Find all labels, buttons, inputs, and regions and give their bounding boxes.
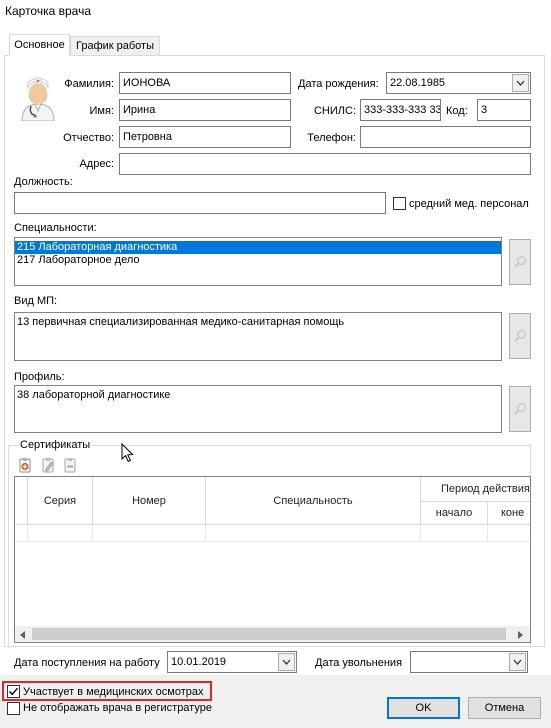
doctor-avatar-icon — [18, 73, 58, 122]
code-label: Код: — [446, 105, 468, 117]
hide-doctor-label: Не отображать врача в регистратуре — [23, 702, 212, 714]
fire-date-label: Дата увольнения — [315, 657, 403, 669]
column-header-series[interactable]: Серия — [28, 477, 93, 525]
name-field[interactable]: Ирина — [119, 99, 291, 121]
mp-type-label: Вид МП: — [14, 295, 58, 307]
mp-type-search-button[interactable] — [509, 313, 531, 359]
profile-label: Профиль: — [14, 371, 65, 383]
exams-label: Участвует в медицинских осмотрах — [23, 686, 204, 698]
birth-date-field[interactable]: 22.08.1985 — [386, 72, 531, 94]
row-indicator-header — [15, 477, 28, 525]
certificates-table[interactable]: Серия Номер Специальность Период действи… — [14, 476, 531, 643]
tab-basic[interactable]: Основное — [9, 34, 70, 56]
add-certificate-icon[interactable] — [17, 457, 33, 473]
scroll-left-icon[interactable] — [19, 630, 27, 642]
mid-staff-checkbox[interactable] — [393, 197, 406, 210]
chevron-down-icon — [513, 659, 522, 665]
hire-date-field[interactable]: 10.01.2019 — [167, 651, 297, 673]
surname-field[interactable]: ИОНОВА — [119, 72, 291, 94]
column-header-end[interactable]: коне — [488, 502, 530, 525]
specialties-list[interactable]: 215 Лабораторная диагностика 217 Лаборат… — [14, 237, 502, 286]
checkmark-icon — [9, 687, 19, 696]
profile-list[interactable]: 38 лабораторной диагностике — [14, 385, 502, 433]
birth-date-label: Дата рождения: — [298, 78, 379, 90]
tab-schedule-label: График работы — [76, 40, 154, 52]
ok-button[interactable]: OK — [387, 697, 460, 719]
phone-field[interactable] — [360, 126, 531, 148]
list-item[interactable]: 13 первичная специализированная медико-с… — [15, 316, 501, 329]
delete-certificate-icon[interactable] — [62, 457, 78, 473]
list-item[interactable]: 215 Лабораторная диагностика — [15, 241, 501, 254]
magnifier-icon — [514, 403, 526, 415]
scroll-right-icon[interactable] — [516, 630, 524, 642]
snils-field[interactable]: 333-333-333 33 — [360, 99, 441, 121]
list-item[interactable]: 217 Лабораторное дело — [15, 254, 501, 267]
edit-certificate-icon[interactable] — [40, 457, 56, 473]
tab-basic-label: Основное — [14, 39, 65, 51]
fire-date-field[interactable]: . . — [410, 651, 528, 673]
cancel-button[interactable]: Отмена — [468, 697, 541, 719]
hide-doctor-checkbox[interactable] — [7, 702, 20, 715]
window-title: Карточка врача — [5, 4, 92, 18]
patronymic-field[interactable]: Петровна — [119, 126, 291, 148]
column-header-specialty[interactable]: Специальность — [206, 477, 421, 525]
hire-date-value: 10.01.2019 — [171, 656, 227, 668]
address-field[interactable] — [119, 153, 531, 175]
hire-date-label: Дата поступления на работу — [14, 657, 160, 669]
hire-date-dropdown-button[interactable] — [278, 653, 295, 671]
surname-label: Фамилия: — [64, 78, 114, 90]
mouse-cursor-icon — [121, 442, 135, 463]
chevron-down-icon — [282, 659, 291, 665]
patronymic-label: Отчество: — [63, 132, 114, 144]
tab-schedule[interactable]: График работы — [70, 36, 160, 55]
position-label: Должность: — [14, 176, 73, 188]
name-label: Имя: — [89, 105, 114, 117]
column-header-period[interactable]: Период действия — [421, 477, 530, 502]
list-item[interactable]: 38 лабораторной диагностике — [15, 389, 501, 402]
birth-date-dropdown-button[interactable] — [512, 74, 529, 92]
mid-staff-label: средний мед. персонал — [409, 198, 529, 210]
address-label: Адрес: — [79, 158, 114, 170]
scrollbar-thumb[interactable] — [32, 628, 506, 640]
snils-label: СНИЛС: — [313, 105, 356, 117]
mp-type-list[interactable]: 13 первичная специализированная медико-с… — [14, 312, 502, 361]
phone-label: Телефон: — [307, 132, 356, 144]
column-header-number[interactable]: Номер — [93, 477, 206, 525]
exams-checkbox[interactable] — [7, 685, 20, 698]
birth-date-value: 22.08.1985 — [390, 77, 446, 89]
magnifier-icon — [514, 256, 526, 268]
specialties-label: Специальности: — [14, 222, 97, 234]
position-field[interactable] — [14, 192, 386, 214]
magnifier-icon — [514, 330, 526, 342]
certificates-label: Сертификаты — [19, 438, 92, 452]
code-field[interactable]: 3 — [477, 99, 531, 121]
fire-date-dropdown-button[interactable] — [509, 653, 526, 671]
horizontal-scrollbar[interactable] — [15, 626, 530, 642]
profile-search-button[interactable] — [509, 386, 531, 432]
specialties-search-button[interactable] — [509, 239, 531, 285]
column-header-start[interactable]: начало — [421, 502, 488, 525]
table-row[interactable] — [15, 525, 530, 542]
chevron-down-icon — [516, 80, 525, 86]
